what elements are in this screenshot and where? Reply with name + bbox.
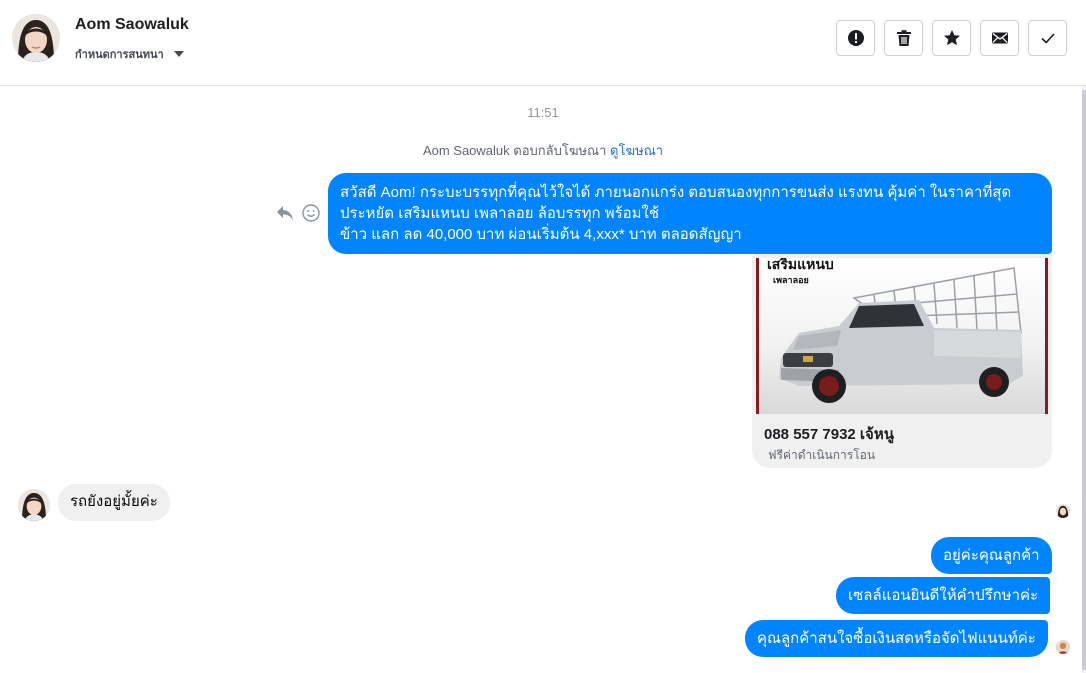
seen-indicator-avatar (1056, 504, 1070, 518)
conversation-label-dropdown[interactable]: กำหนดการสนทนา (75, 45, 184, 63)
checkmark-icon (1040, 33, 1055, 44)
ad-reply-note: Aom Saowaluk ตอบกลับโฆษณา ดูโฆษณา (0, 140, 1086, 161)
ad-message-line: สวัสดี Aom! กระบะบรรทุกที่คุณไว้ใจได้ ภา… (340, 184, 1012, 201)
mark-unread-button[interactable] (980, 20, 1019, 56)
contact-avatar[interactable] (12, 14, 60, 62)
label-dropdown-text: กำหนดการสนทนา (75, 49, 164, 61)
sender-avatar[interactable] (18, 489, 50, 521)
trash-icon (896, 30, 911, 46)
message-hover-tools (275, 203, 321, 223)
outgoing-message[interactable]: เซลล์แอนยินดีให้คำปรึกษาค่ะ (836, 577, 1051, 614)
conversation-header: Aom Saowaluk กำหนดการสนทนา (0, 0, 1086, 86)
seen-indicator-avatar (1056, 640, 1070, 654)
ad-message-line: ข้าว แลก ลด 40,000 บาท ผ่อนเริ่มต้น 4,xx… (340, 226, 742, 243)
pickup-truck-image: เสริมแหนบ เพลาลอย (756, 258, 1048, 414)
star-button[interactable] (932, 20, 971, 56)
mark-done-button[interactable] (1028, 20, 1067, 56)
scrollbar-thumb[interactable] (1082, 90, 1086, 670)
reply-icon[interactable] (275, 203, 295, 223)
star-icon (943, 30, 960, 46)
ad-card-title: 088 557 7932 เจ้หนู (764, 426, 894, 443)
chevron-down-icon (173, 51, 184, 57)
delete-button[interactable] (884, 20, 923, 56)
alert-icon (847, 30, 864, 46)
report-spam-button[interactable] (836, 20, 875, 56)
outgoing-message[interactable]: คุณลูกค้าสนใจซื้อเงินสดหรือจัดไฟแนนท์ค่ะ (745, 620, 1048, 657)
emoji-reaction-icon[interactable] (301, 203, 321, 223)
envelope-icon (991, 32, 1008, 44)
incoming-message[interactable]: รถยังอยู่มั้ยค่ะ (58, 484, 170, 521)
ad-reply-text: Aom Saowaluk ตอบกลับโฆษณา (422, 143, 607, 158)
outgoing-ad-message[interactable]: สวัสดี Aom! กระบะบรรทุกที่คุณไว้ใจได้ ภา… (328, 173, 1052, 254)
view-ad-link[interactable]: ดูโฆษณา (610, 143, 663, 158)
contact-name[interactable]: Aom Saowaluk (75, 16, 189, 34)
outgoing-message[interactable]: อยู่ค่ะคุณลูกค้า (931, 537, 1052, 574)
message-timestamp: 11:51 (527, 105, 559, 120)
ad-attachment-card[interactable]: เสริมแหนบ เพลาลอย 088 557 7932 เจ้หนู ฟร… (752, 254, 1052, 468)
header-actions (836, 20, 1067, 56)
ad-card-subtitle: ฟรีค่าดำเนินการโอน (768, 448, 876, 462)
ad-message-line: ประหยัด เสริมแหนบ เพลาลอย ล้อบรรทุก พร้อ… (340, 205, 660, 222)
